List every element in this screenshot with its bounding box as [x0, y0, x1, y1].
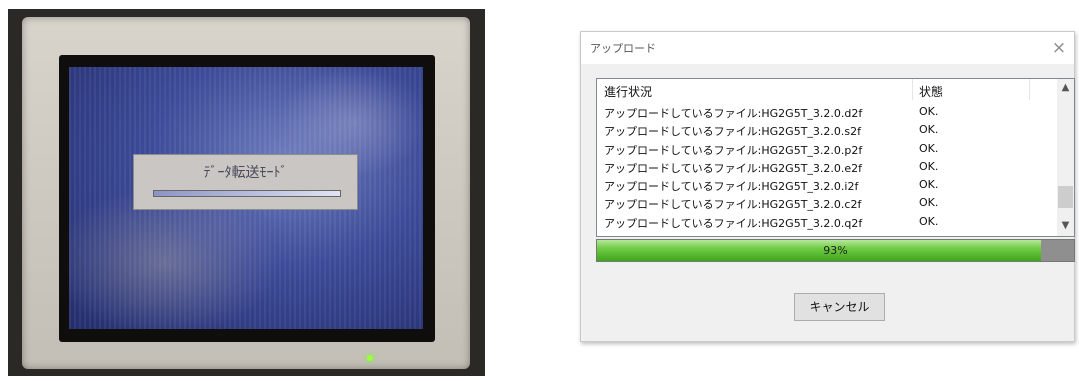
column-header-status[interactable]: 状態	[919, 83, 943, 100]
column-header-progress[interactable]: 進行状況	[604, 83, 652, 100]
hmi-transfer-message: ﾃﾞｰﾀ転送ﾓｰﾄﾞ	[203, 165, 288, 181]
list-item[interactable]: アップロードしているファイル:HG2G5T_3.2.0.e2f OK.	[597, 158, 1057, 176]
scroll-up-arrow-icon[interactable]: ▲	[1057, 79, 1074, 96]
list-rows: アップロードしているファイル:HG2G5T_3.2.0.d2f OK. アップロー…	[597, 103, 1057, 231]
dialog-title: アップロード	[590, 42, 656, 55]
upload-progress-bar: 93%	[596, 239, 1075, 262]
file-name: アップロードしているファイル:HG2G5T_3.2.0.d2f	[604, 107, 863, 120]
hmi-progress-bar	[153, 190, 341, 197]
file-name: アップロードしているファイル:HG2G5T_3.2.0.p2f	[604, 143, 863, 157]
file-status: OK.	[919, 159, 939, 173]
file-status: OK.	[919, 123, 939, 137]
close-button[interactable]: ×	[1044, 34, 1074, 62]
hmi-transfer-dialog: ﾃﾞｰﾀ転送ﾓｰﾄﾞ	[133, 154, 358, 210]
scroll-thumb[interactable]	[1058, 186, 1073, 208]
hmi-bezel: ﾃﾞｰﾀ転送ﾓｰﾄﾞ	[22, 17, 470, 369]
file-status: OK.	[919, 178, 939, 192]
status-led	[367, 355, 373, 361]
list-item[interactable]: アップロードしているファイル:HG2G5T_3.2.0.c2f OK.	[597, 194, 1057, 212]
hmi-screen: ﾃﾞｰﾀ転送ﾓｰﾄﾞ	[69, 67, 423, 329]
upload-list[interactable]: 進行状況 状態 アップロードしているファイル:HG2G5T_3.2.0.d2f O…	[596, 78, 1075, 237]
file-name: アップロードしているファイル:HG2G5T_3.2.0.i2f	[604, 180, 859, 194]
hmi-photo: ﾃﾞｰﾀ転送ﾓｰﾄﾞ	[8, 9, 485, 376]
list-item[interactable]: アップロードしているファイル:HG2G5T_3.2.0.d2f OK.	[597, 103, 1057, 121]
list-item[interactable]: アップロードしているファイル:HG2G5T_3.2.0.s2f OK.	[597, 121, 1057, 139]
upload-dialog: アップロード × 進行状況 状態 アップロードしているファイル:HG2G5T_3…	[580, 31, 1075, 342]
file-name: アップロードしているファイル:HG2G5T_3.2.0.q2f	[604, 216, 863, 230]
file-name: アップロードしているファイル:HG2G5T_3.2.0.e2f	[604, 161, 863, 175]
cancel-button[interactable]: キャンセル	[794, 293, 885, 321]
hmi-screen-frame: ﾃﾞｰﾀ転送ﾓｰﾄﾞ	[59, 55, 435, 342]
file-status: OK.	[919, 141, 939, 155]
list-header: 進行状況 状態	[597, 79, 1057, 100]
list-item[interactable]: アップロードしているファイル:HG2G5T_3.2.0.p2f OK.	[597, 140, 1057, 158]
list-item[interactable]: アップロードしているファイル:HG2G5T_3.2.0.i2f OK.	[597, 176, 1057, 194]
file-status: OK.	[919, 196, 939, 210]
file-name: アップロードしているファイル:HG2G5T_3.2.0.s2f	[604, 125, 861, 139]
progress-percent: 93%	[823, 244, 848, 257]
file-status: OK.	[919, 214, 939, 228]
file-status: OK.	[919, 105, 939, 118]
file-name: アップロードしているファイル:HG2G5T_3.2.0.c2f	[604, 198, 862, 212]
vertical-scrollbar[interactable]: ▲ ▼	[1057, 79, 1074, 236]
dialog-titlebar: アップロード ×	[581, 32, 1074, 64]
scroll-down-arrow-icon[interactable]: ▼	[1057, 217, 1074, 234]
list-item[interactable]: アップロードしているファイル:HG2G5T_3.2.0.q2f OK.	[597, 213, 1057, 231]
